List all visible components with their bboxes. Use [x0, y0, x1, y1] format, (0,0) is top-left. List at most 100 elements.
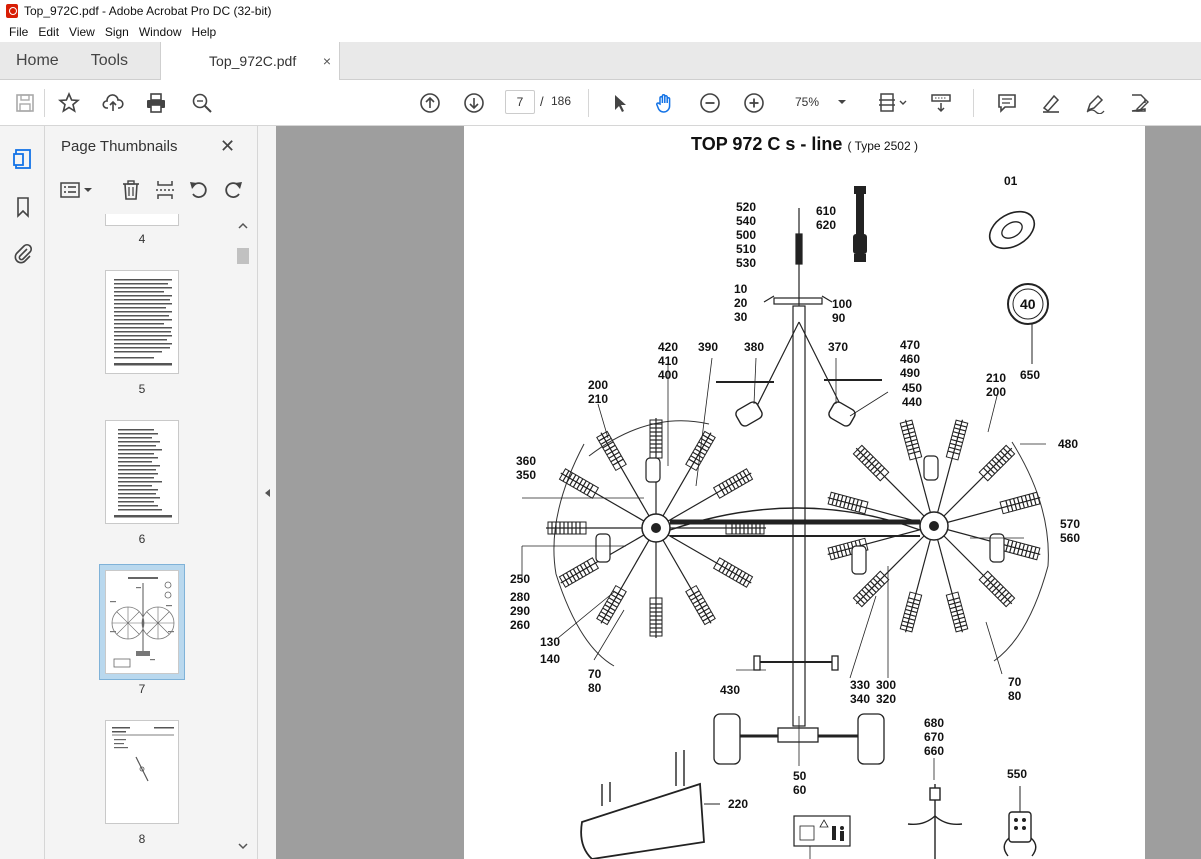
thumbnail-label: 4	[138, 232, 146, 246]
part-label: 380	[744, 340, 765, 354]
tab-close-icon[interactable]: ×	[323, 53, 331, 69]
thumbnail-tools	[45, 174, 258, 206]
part-label: 390	[698, 340, 719, 354]
part-label: 430	[720, 683, 741, 697]
tab-document[interactable]: Top_972C.pdf ×	[160, 42, 341, 80]
bearing-part	[988, 210, 1036, 250]
pto-shaft	[853, 186, 867, 262]
part-label: 450 440	[902, 381, 923, 409]
guard-panel	[580, 750, 720, 859]
rotate-clockwise-icon[interactable]	[221, 178, 245, 202]
thumbnail-options-icon[interactable]	[59, 178, 95, 202]
menu-sign[interactable]: Sign	[100, 25, 134, 39]
part-label: 360 350	[516, 454, 537, 482]
menu-window[interactable]: Window	[134, 25, 187, 39]
highlight-pen-icon[interactable]	[1037, 89, 1065, 117]
part-label: 100 90	[832, 297, 853, 325]
page-number-input[interactable]	[505, 90, 535, 114]
thumbnail-list[interactable]: 4 5 6 7 8	[45, 214, 258, 859]
zoom-in-icon[interactable]	[740, 89, 768, 117]
zoom-value: 75%	[795, 95, 820, 109]
scroll-up-icon[interactable]	[238, 222, 248, 230]
chevron-down-icon	[838, 100, 846, 104]
menu-edit[interactable]: Edit	[33, 25, 64, 39]
thumbnail-label: 5	[138, 382, 146, 396]
tab-home[interactable]: Home	[0, 42, 75, 80]
scrolling-mode-icon[interactable]	[927, 89, 955, 117]
panel-title: Page Thumbnails	[61, 138, 178, 155]
sign-pen-icon[interactable]	[1081, 89, 1109, 117]
bookmark-star-icon[interactable]	[55, 89, 83, 117]
rotate-counterclockwise-icon[interactable]	[187, 178, 211, 202]
upload-cloud-icon[interactable]	[99, 89, 127, 117]
tab-tools[interactable]: Tools	[75, 42, 144, 80]
collapse-left-icon[interactable]	[263, 488, 271, 498]
edit-pdf-icon[interactable]	[1125, 89, 1153, 117]
thumbnail-page[interactable]	[105, 270, 179, 374]
exploded-parts-diagram	[521, 186, 1049, 859]
window-title: Top_972C.pdf - Adobe Acrobat Pro DC (32-…	[24, 4, 272, 18]
bookmarks-icon[interactable]	[10, 194, 36, 220]
part-label: 550	[1007, 767, 1028, 781]
part-label: 330 340	[850, 678, 871, 706]
part-label: 70 80	[588, 667, 602, 695]
print-icon[interactable]	[142, 89, 170, 117]
attachments-paperclip-icon[interactable]	[10, 240, 36, 266]
toolbar-divider	[588, 89, 589, 117]
part-label: 680 670 660	[924, 716, 945, 758]
next-page-icon[interactable]	[460, 89, 488, 117]
pdf-page: TOP 972 C s - line ( Type 2502 ) 01 40 6…	[464, 126, 1145, 859]
thumbnail-page[interactable]	[105, 214, 179, 226]
delete-page-icon[interactable]	[119, 178, 143, 202]
part-label: 570 560	[1060, 517, 1081, 545]
page-total: 186	[551, 94, 572, 108]
thumbnail-label: 7	[138, 682, 146, 696]
zoom-select[interactable]: 75%	[785, 90, 855, 114]
part-label: 420 410 400	[658, 340, 679, 382]
part-label: 200 210	[588, 378, 609, 406]
fit-page-icon[interactable]	[872, 89, 912, 117]
page-separator: /	[540, 94, 544, 109]
page-thumbnails-icon[interactable]	[10, 146, 36, 172]
part-label: 130	[540, 635, 561, 649]
right-rotor	[825, 417, 1043, 635]
save-icon[interactable]	[11, 89, 39, 117]
toolbar-divider	[44, 89, 45, 117]
part-label: 280 290 260	[510, 590, 531, 632]
warning-sticker	[793, 815, 851, 847]
panel-close-icon[interactable]: ✕	[220, 136, 235, 157]
menu-view[interactable]: View	[64, 25, 100, 39]
page-thumbnails-panel: Page Thumbnails ✕ 4 5 6 7 8	[45, 126, 258, 859]
thumbnail-diagram	[110, 577, 175, 668]
thumbnail-page[interactable]	[105, 720, 179, 824]
thumbnail-text-lines	[114, 279, 172, 366]
previous-page-icon[interactable]	[416, 89, 444, 117]
hand-pan-icon[interactable]	[651, 89, 679, 117]
thumbnail-page-current[interactable]	[105, 570, 179, 674]
control-box	[1003, 786, 1037, 857]
tab-bar: Home Tools Top_972C.pdf ×	[0, 42, 1201, 80]
thumbnail-page[interactable]	[105, 420, 179, 524]
left-rail	[0, 126, 45, 859]
zoom-search-icon[interactable]	[188, 89, 216, 117]
part-label: 610 620	[816, 204, 837, 232]
select-cursor-icon[interactable]	[606, 89, 634, 117]
menu-file[interactable]: File	[4, 25, 33, 39]
hydraulic-hose	[907, 784, 963, 859]
zoom-out-icon[interactable]	[696, 89, 724, 117]
thumbnail-scrollbar[interactable]	[235, 218, 251, 858]
comment-icon[interactable]	[993, 89, 1021, 117]
document-viewer[interactable]: TOP 972 C s - line ( Type 2502 ) 01 40 6…	[276, 126, 1201, 859]
part-label: 220	[728, 797, 749, 811]
thumbnail-text-lines	[114, 429, 172, 518]
scroll-down-icon[interactable]	[238, 842, 248, 850]
scrollbar-thumb[interactable]	[237, 248, 249, 264]
part-label: 01	[1004, 174, 1018, 188]
extract-pages-icon[interactable]	[153, 178, 177, 202]
part-label: 70 80	[1008, 675, 1022, 703]
part-label: 520 540 500 510 530	[736, 200, 757, 270]
panel-collapse-handle[interactable]	[258, 126, 276, 859]
menu-help[interactable]: Help	[187, 25, 222, 39]
part-label: 10 20 30	[734, 282, 748, 324]
part-label: 370	[828, 340, 849, 354]
